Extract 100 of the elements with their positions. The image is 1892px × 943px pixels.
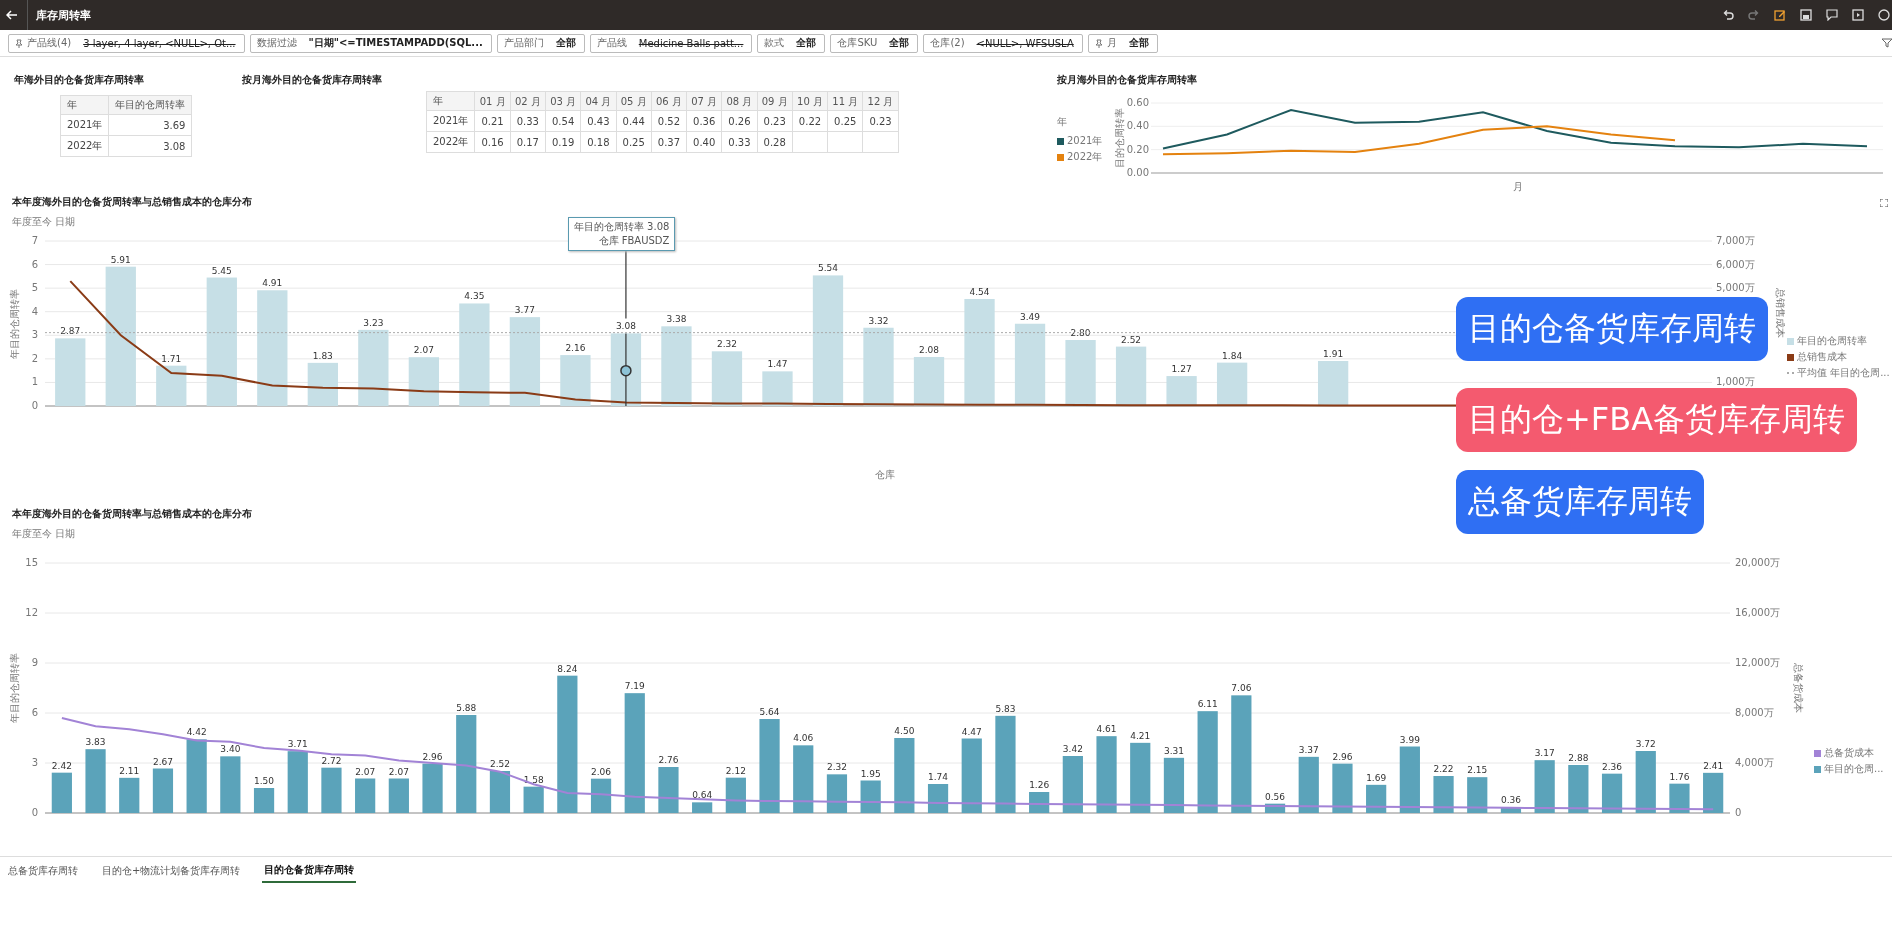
data-label: 0.36 [1500,795,1521,805]
filter-icon[interactable] [1882,38,1892,48]
data-label: 3.42 [1062,744,1083,754]
expand-icon[interactable] [1880,199,1888,207]
bar[interactable] [762,371,793,406]
data-label: 2.16 [565,343,586,354]
axis-tick-label: 0 [31,807,38,818]
save-icon[interactable] [1800,9,1812,21]
table-cell: 0.33 [721,131,758,153]
bar[interactable] [711,351,743,406]
undo-icon[interactable] [1722,9,1734,21]
axis-tick-label: 0.00 [1126,167,1149,178]
table-cell: 0.40 [686,131,722,153]
bar[interactable] [307,362,338,406]
data-label: 1.27 [1171,364,1192,375]
data-label: 2.76 [658,755,679,765]
column-header: 12 月 [862,91,899,111]
bar[interactable] [1014,323,1046,406]
axis-tick-label: 12,000万 [1735,657,1780,668]
redo-icon[interactable] [1748,9,1760,21]
back-icon[interactable] [6,10,18,20]
axis-tick-label: 16,000万 [1735,607,1780,618]
filter-chip[interactable]: 仓库SKU 全部 [830,33,919,53]
bar[interactable] [358,329,389,406]
axis-tick-label: 1 [31,376,38,388]
table-cell: 0.54 [545,110,581,132]
data-label: 3.40 [220,744,241,755]
bar[interactable] [863,327,894,406]
bar[interactable] [1318,361,1349,406]
filter-chip[interactable]: 数据过滤 "日期"<=TIMESTAMPADD(SQL... [249,33,492,53]
axis-title: 总备货成本 [1793,663,1804,713]
tab[interactable]: 总备货库存周转 [6,861,80,883]
present-icon[interactable] [1852,9,1864,21]
table-cell: 0.21 [474,110,511,132]
table-cell: 0.37 [651,131,687,153]
column-header: 10 月 [792,91,828,111]
more-icon[interactable] [1878,9,1890,21]
data-label: 4.50 [894,726,915,736]
chart-title: 按月海外目的仓备货库存周转率 [1057,73,1197,87]
axis-tick-label: 0.40 [1126,120,1149,132]
data-label: 2.41 [1703,760,1724,771]
axis-tick-label: 3 [31,757,38,768]
data-label: 2.72 [321,755,342,766]
filter-chip[interactable]: 款式 全部 [757,33,826,53]
filter-chip[interactable]: 产品线(4) 3 layer, 4 layer, <NULL>, Ot... [8,33,245,53]
table-cell: 0.36 [686,110,722,132]
data-label: 1.71 [161,353,182,364]
filter-chip[interactable]: 月 全部 [1087,33,1158,53]
table-cell: 0.28 [757,131,793,153]
bar[interactable] [1166,376,1197,406]
data-label: 3.49 [1020,311,1041,322]
column-header: 02 月 [510,91,546,111]
axis-title: 年目的仓周转率 [9,288,20,359]
filter-chip[interactable]: 仓库(2) <NULL>, WFSUSLA [923,33,1083,53]
bar[interactable] [156,365,187,406]
legend-title: 年 [1057,115,1068,129]
data-label: 3.08 [615,321,636,332]
filter-chip[interactable]: 产品线 Medicine Balls patt... [589,33,753,53]
axis-title: 年目的仓周转率 [9,653,20,723]
axis-tick-label: 5,000万 [1716,282,1755,294]
table-cell: 0.23 [862,110,899,132]
data-label: 3.99 [1399,734,1420,745]
chart-title: 本年度海外目的仓备货周转率与总销售成本的仓库分布 [12,195,252,209]
legend-label: 年目的仓周转率 [1797,334,1867,348]
bar[interactable] [509,317,541,406]
edit-icon[interactable] [1774,9,1786,21]
table-cell: 2021年 [426,110,475,132]
chart-title: 本年度海外目的仓备货周转率与总销售成本的仓库分布 [12,507,252,521]
bar[interactable] [1115,346,1147,406]
data-label: 2.96 [1332,751,1353,762]
column-header: 11 月 [827,91,863,111]
comment-icon[interactable] [1826,9,1838,21]
tab[interactable]: 目的仓+物流计划备货库存周转 [100,861,243,883]
tab[interactable]: 目的仓备货库存周转 [262,861,357,883]
axis-tick-label: 7 [31,235,38,246]
data-label: 4.35 [464,291,485,302]
bar[interactable] [1216,362,1248,406]
pin-icon [15,38,23,48]
data-label: 7.19 [624,681,645,692]
column-header: 03 月 [545,91,581,111]
data-label: 2.12 [725,765,746,776]
data-label: 1.95 [860,768,881,779]
quick-link-button[interactable]: 总备货库存周转 [1456,470,1704,534]
bar[interactable] [560,355,591,406]
bar[interactable] [913,356,945,406]
bar[interactable] [661,326,692,406]
data-label: 2.11 [119,765,140,776]
data-label: 3.31 [1163,745,1184,756]
filter-chip[interactable]: 产品部门 全部 [496,33,585,53]
legend-label: 年目的仓周... [1824,762,1884,776]
data-label: 2.08 [919,344,940,355]
data-label: 5.83 [995,703,1016,714]
data-label: 3.37 [1298,744,1319,755]
data-label: 2.07 [388,766,409,777]
quick-link-button[interactable]: 目的仓备货库存周转 [1456,297,1768,361]
bar[interactable] [408,357,439,406]
bar[interactable] [1065,340,1096,406]
table-cell: 3.08 [108,135,192,157]
data-label: 4.61 [1096,724,1117,735]
data-label: 4.21 [1130,730,1151,741]
